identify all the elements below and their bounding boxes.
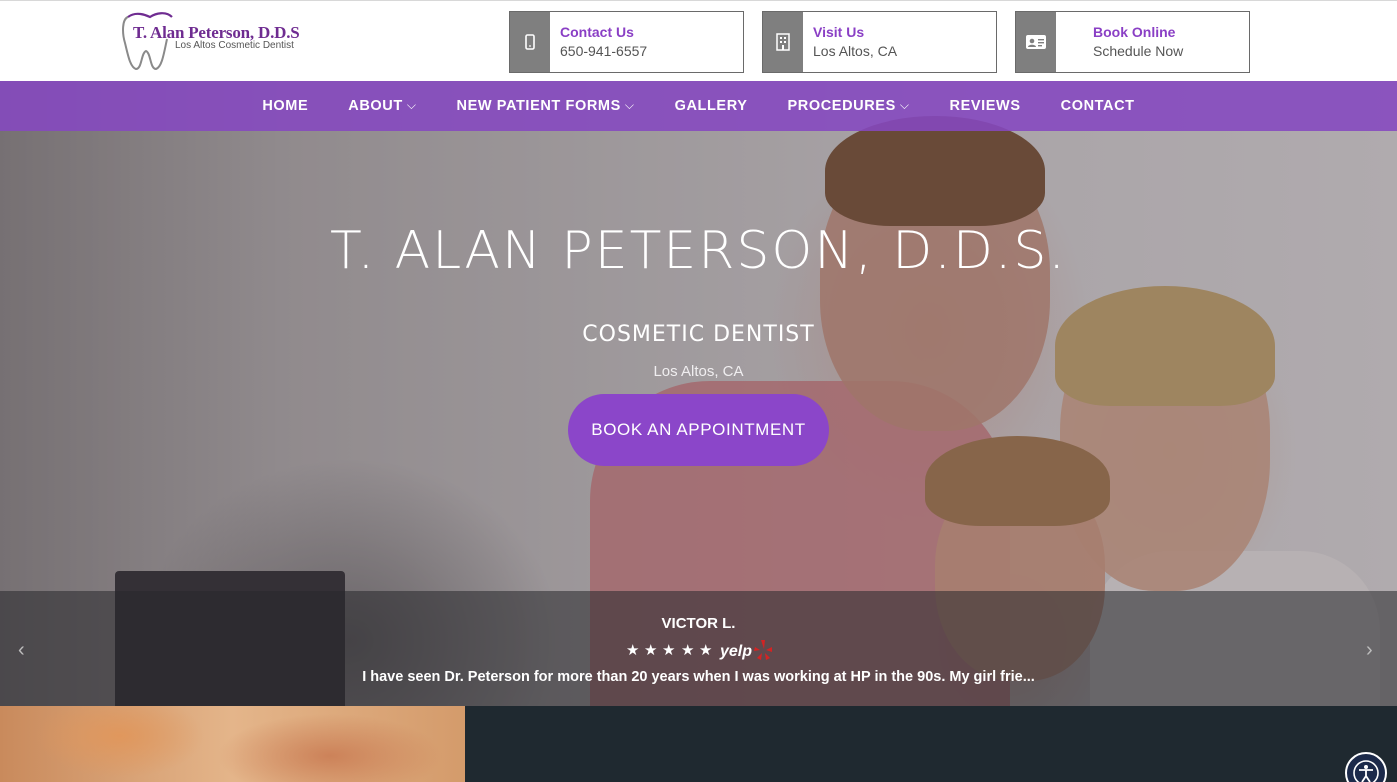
review-rating: ★ ★ ★ ★ ★ yelp <box>626 639 776 667</box>
nav-contact-label: CONTACT <box>1060 98 1135 114</box>
nav-about-label: ABOUT <box>348 98 403 114</box>
review-carousel: ‹ VICTOR L. ★ ★ ★ ★ ★ yelp I have seen D… <box>0 591 1397 706</box>
yelp-logo: yelp <box>720 643 753 660</box>
dark-content-panel <box>465 706 1397 782</box>
logo-tagline: Los Altos Cosmetic Dentist <box>175 40 294 51</box>
site-logo[interactable]: T. Alan Peterson, D.D.S Los Altos Cosmet… <box>120 9 320 71</box>
star-icon: ★ <box>681 642 695 659</box>
book-appointment-button[interactable]: BOOK AN APPOINTMENT <box>568 394 829 466</box>
star-icon: ★ <box>626 642 640 659</box>
section-photo <box>0 706 465 782</box>
nav-contact[interactable]: CONTACT <box>1061 98 1135 114</box>
nav-home[interactable]: HOME <box>262 98 308 114</box>
nav-home-label: HOME <box>262 98 309 114</box>
nav-procedures[interactable]: PROCEDURES ⌵ <box>788 98 910 114</box>
hero-location: Los Altos, CA <box>653 363 744 380</box>
building-icon <box>763 12 803 72</box>
carousel-next-arrow-icon[interactable]: › <box>1366 639 1373 662</box>
hero-title: T. ALAN PETERSON, D.D.S. <box>330 221 1067 281</box>
carousel-prev-arrow-icon[interactable]: ‹ <box>18 639 25 662</box>
visit-location: Los Altos, CA <box>813 43 898 59</box>
reviewer-name: VICTOR L. <box>661 615 736 632</box>
contact-phone[interactable]: 650-941-6557 <box>560 43 647 59</box>
yelp-burst-icon <box>754 640 772 660</box>
nav-reviews[interactable]: REVIEWS <box>950 98 1021 114</box>
nav-gallery-label: GALLERY <box>674 98 748 114</box>
id-card-icon <box>1016 12 1056 72</box>
nav-procedures-label: PROCEDURES <box>787 98 896 114</box>
book-online-box[interactable]: Book Online Schedule Now <box>1015 11 1250 73</box>
nav-new-patient-forms-label: NEW PATIENT FORMS <box>456 98 621 114</box>
contact-us-box[interactable]: Contact Us 650-941-6557 <box>509 11 744 73</box>
nav-reviews-label: REVIEWS <box>949 98 1021 114</box>
nav-new-patient-forms[interactable]: NEW PATIENT FORMS ⌵ <box>457 98 635 114</box>
star-icon: ★ <box>644 642 658 659</box>
star-icon: ★ <box>699 642 713 659</box>
chevron-down-icon: ⌵ <box>624 98 635 112</box>
book-online-title: Book Online <box>1093 24 1176 40</box>
chevron-down-icon: ⌵ <box>406 98 417 112</box>
hero-section: HOME ABOUT ⌵ NEW PATIENT FORMS ⌵ GALLERY P… <box>0 81 1397 706</box>
schedule-now-text: Schedule Now <box>1093 43 1184 59</box>
review-text: I have seen Dr. Peterson for more than 2… <box>362 669 1035 685</box>
visit-us-title: Visit Us <box>813 24 865 40</box>
star-icon: ★ <box>662 642 676 659</box>
nav-about[interactable]: ABOUT ⌵ <box>348 98 416 114</box>
chevron-down-icon: ⌵ <box>899 98 910 112</box>
site-header: T. Alan Peterson, D.D.S Los Altos Cosmet… <box>0 0 1397 81</box>
nav-gallery[interactable]: GALLERY <box>675 98 748 114</box>
hero-subtitle: COSMETIC DENTIST <box>582 322 815 347</box>
mobile-phone-icon <box>510 12 550 72</box>
main-nav: HOME ABOUT ⌵ NEW PATIENT FORMS ⌵ GALLERY P… <box>0 81 1397 131</box>
visit-us-box[interactable]: Visit Us Los Altos, CA <box>762 11 997 73</box>
contact-us-title: Contact Us <box>560 24 634 40</box>
